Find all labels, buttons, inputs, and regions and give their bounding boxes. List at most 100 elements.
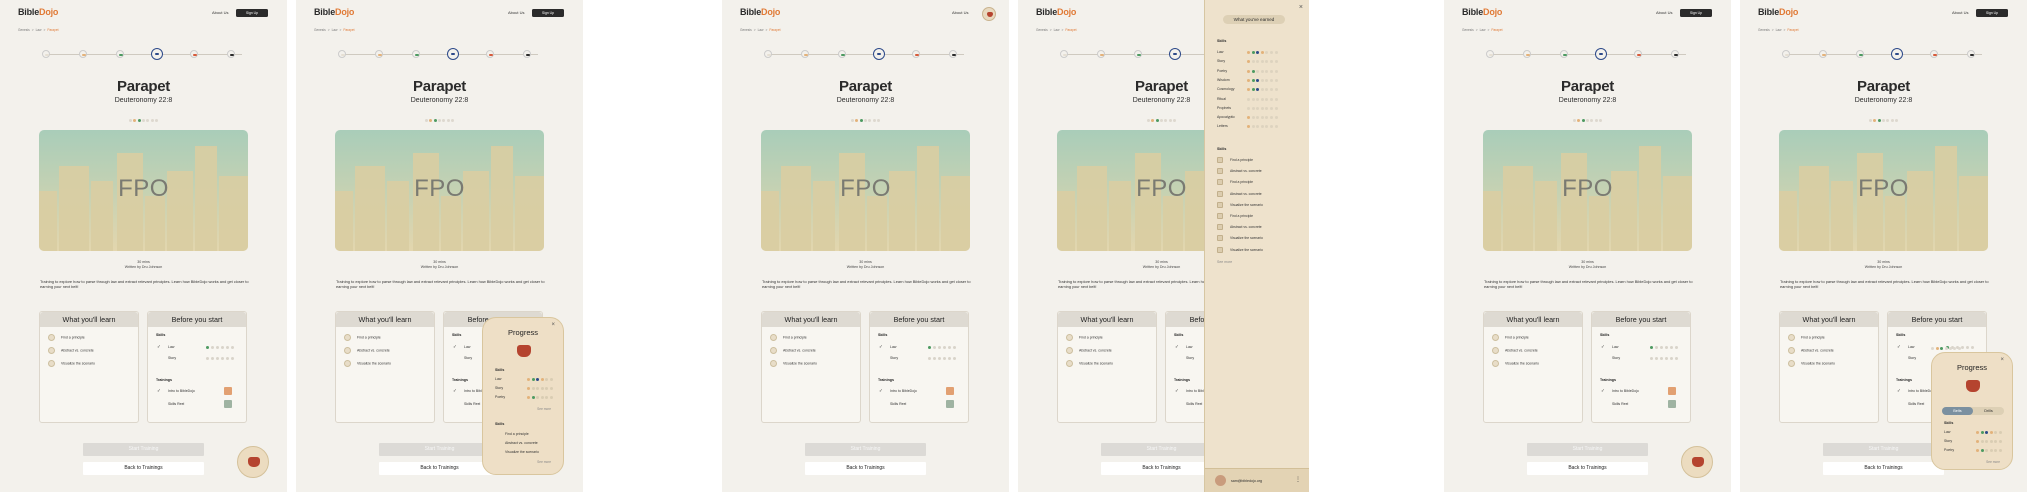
- see-more-link[interactable]: See more: [537, 460, 551, 464]
- back-to-trainings-button[interactable]: Back to Trainings: [805, 462, 926, 475]
- training-item[interactable]: Find a principle: [1217, 179, 1253, 186]
- breadcrumb-home[interactable]: Genesis: [1758, 28, 1770, 32]
- belt-icon[interactable]: [801, 50, 809, 58]
- start-training-button[interactable]: Start Training: [805, 443, 926, 456]
- belt-icon[interactable]: [1523, 50, 1531, 58]
- training-name[interactable]: Intro to BibleDojo: [1612, 389, 1639, 393]
- more-menu-icon[interactable]: ⋮: [1295, 476, 1301, 483]
- breadcrumb-home[interactable]: Genesis: [1462, 28, 1474, 32]
- breadcrumb-section[interactable]: Law: [758, 28, 764, 32]
- logo[interactable]: BibleDojo: [1462, 7, 1502, 17]
- belt-icon[interactable]: [1671, 50, 1679, 58]
- training-name[interactable]: Skills Reel: [168, 402, 184, 406]
- signup-button[interactable]: Sign Up: [1976, 9, 2008, 17]
- belt-icon[interactable]: [151, 48, 163, 60]
- belt-icon[interactable]: [1782, 50, 1790, 58]
- about-link[interactable]: About Us: [212, 10, 228, 15]
- see-more-link[interactable]: See more: [537, 407, 551, 411]
- belt-icon[interactable]: [1486, 50, 1494, 58]
- training-item[interactable]: Find a principle: [1217, 213, 1253, 219]
- training-name[interactable]: Intro to BibleDojo: [168, 389, 195, 393]
- belt-icon[interactable]: [1060, 50, 1068, 58]
- training-item[interactable]: Visualize the scenario: [1217, 235, 1263, 242]
- training-item[interactable]: Visualize the scenario: [1217, 201, 1263, 208]
- belt-icon[interactable]: [838, 50, 846, 58]
- tab-belts[interactable]: Belts: [1942, 407, 1973, 415]
- belt-icon[interactable]: [42, 50, 50, 58]
- training-name[interactable]: Intro to BibleDojo: [890, 389, 917, 393]
- belt-icon[interactable]: [1097, 50, 1105, 58]
- see-more-link[interactable]: See more: [1217, 260, 1232, 264]
- about-link[interactable]: About Us: [1656, 10, 1672, 15]
- training-item[interactable]: Abstract vs. concrete: [1217, 168, 1262, 175]
- logo[interactable]: BibleDojo: [1036, 7, 1076, 17]
- belt-icon[interactable]: [227, 50, 235, 58]
- breadcrumb-home[interactable]: Genesis: [18, 28, 30, 32]
- logo[interactable]: BibleDojo: [1758, 7, 1798, 17]
- belt-icon[interactable]: [1169, 48, 1181, 60]
- belt-icon[interactable]: [1134, 50, 1142, 58]
- signup-button[interactable]: Sign Up: [1680, 9, 1712, 17]
- belt-icon[interactable]: [375, 50, 383, 58]
- training-item[interactable]: Find a principle: [505, 432, 529, 436]
- logo[interactable]: BibleDojo: [18, 7, 58, 17]
- breadcrumb-section[interactable]: Law: [1054, 28, 1060, 32]
- start-training-button[interactable]: Start Training: [1527, 443, 1648, 456]
- belt-icon[interactable]: [1891, 48, 1903, 60]
- logo[interactable]: BibleDojo: [314, 7, 354, 17]
- training-item[interactable]: Abstract vs. concrete: [1217, 190, 1262, 197]
- training-thumbnail[interactable]: [1668, 387, 1676, 395]
- back-to-trainings-button[interactable]: Back to Trainings: [1823, 462, 1944, 475]
- belt-icon[interactable]: [1634, 50, 1642, 58]
- user-avatar-button[interactable]: [982, 7, 996, 21]
- breadcrumb-section[interactable]: Law: [36, 28, 42, 32]
- belt-icon[interactable]: [912, 50, 920, 58]
- start-training-button[interactable]: Start Training: [1823, 443, 1944, 456]
- logo[interactable]: BibleDojo: [740, 7, 780, 17]
- training-item[interactable]: Visualize the scenario: [1217, 246, 1263, 253]
- training-name[interactable]: Skills Reel: [890, 402, 906, 406]
- about-link[interactable]: About Us: [952, 10, 968, 15]
- belt-icon[interactable]: [447, 48, 459, 60]
- training-item[interactable]: Visualize the scenario: [505, 450, 539, 454]
- training-thumbnail[interactable]: [224, 387, 232, 395]
- breadcrumb-section[interactable]: Law: [1776, 28, 1782, 32]
- progress-fab[interactable]: [1681, 446, 1713, 478]
- breadcrumb-home[interactable]: Genesis: [740, 28, 752, 32]
- signup-button[interactable]: Sign Up: [236, 9, 268, 17]
- belt-icon[interactable]: [523, 50, 531, 58]
- training-thumbnail[interactable]: [946, 400, 954, 408]
- belt-icon[interactable]: [764, 50, 772, 58]
- training-name[interactable]: Skills Reel: [1186, 402, 1202, 406]
- training-name[interactable]: Skills Reel: [1612, 402, 1628, 406]
- start-training-button[interactable]: Start Training: [83, 443, 204, 456]
- breadcrumb-section[interactable]: Law: [332, 28, 338, 32]
- avatar[interactable]: [1215, 475, 1226, 486]
- belt-icon[interactable]: [190, 50, 198, 58]
- training-item[interactable]: Abstract vs. concrete: [505, 441, 538, 445]
- belt-icon[interactable]: [116, 50, 124, 58]
- belt-icon[interactable]: [79, 50, 87, 58]
- belt-icon[interactable]: [1560, 50, 1568, 58]
- breadcrumb-section[interactable]: Law: [1480, 28, 1486, 32]
- close-icon[interactable]: ×: [1299, 4, 1303, 11]
- back-to-trainings-button[interactable]: Back to Trainings: [1527, 462, 1648, 475]
- belt-icon[interactable]: [486, 50, 494, 58]
- belt-icon[interactable]: [412, 50, 420, 58]
- belt-icon[interactable]: [1967, 50, 1975, 58]
- signup-button[interactable]: Sign Up: [532, 9, 564, 17]
- belt-icon[interactable]: [338, 50, 346, 58]
- training-thumbnail[interactable]: [224, 400, 232, 408]
- breadcrumb-home[interactable]: Genesis: [1036, 28, 1048, 32]
- belt-icon[interactable]: [1856, 50, 1864, 58]
- training-item[interactable]: Abstract vs. concrete: [1217, 224, 1262, 231]
- belt-icon[interactable]: [949, 50, 957, 58]
- belt-icon[interactable]: [1819, 50, 1827, 58]
- training-thumbnail[interactable]: [946, 387, 954, 395]
- see-more-link[interactable]: See more: [1986, 460, 2000, 464]
- about-link[interactable]: About Us: [1952, 10, 1968, 15]
- back-to-trainings-button[interactable]: Back to Trainings: [83, 462, 204, 475]
- about-link[interactable]: About Us: [508, 10, 524, 15]
- belt-icon[interactable]: [1930, 50, 1938, 58]
- training-name[interactable]: Skills Reel: [464, 402, 480, 406]
